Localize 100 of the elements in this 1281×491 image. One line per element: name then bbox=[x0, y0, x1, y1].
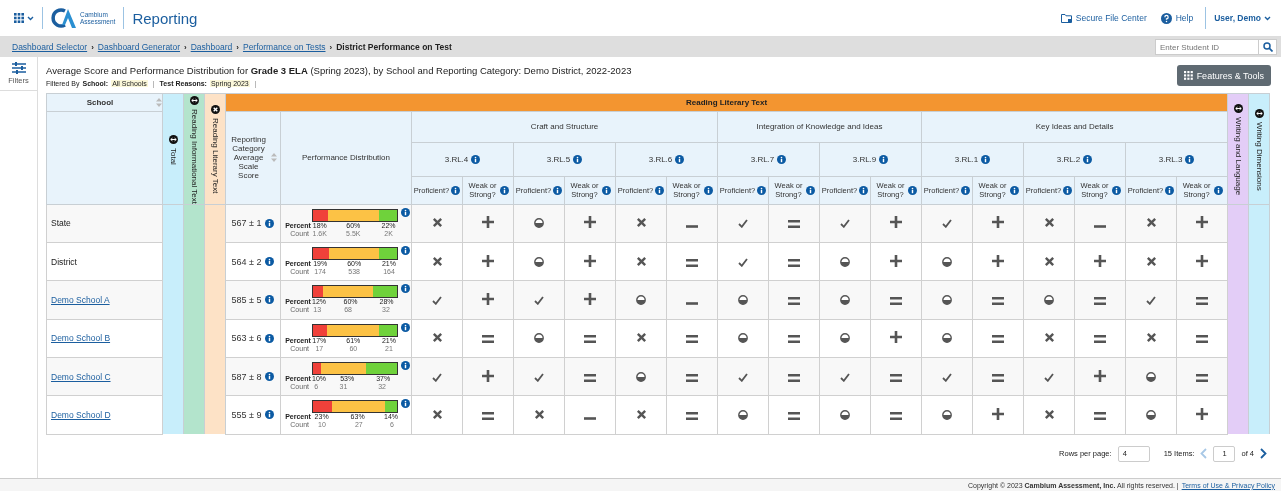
header-link[interactable]: Help bbox=[1160, 12, 1194, 24]
app-menu-button[interactable] bbox=[14, 13, 34, 23]
info-icon[interactable] bbox=[401, 246, 410, 256]
info-icon[interactable] bbox=[1111, 185, 1121, 195]
half-circle-icon bbox=[738, 409, 748, 420]
group-header: Key Ideas and Details bbox=[921, 111, 1228, 143]
equals-icon bbox=[788, 296, 800, 305]
info-icon[interactable] bbox=[1165, 185, 1175, 195]
info-icon[interactable] bbox=[471, 154, 481, 164]
cross-icon bbox=[431, 255, 443, 267]
equals-icon bbox=[788, 220, 800, 229]
check-icon bbox=[840, 219, 850, 229]
score-value: 564 ± 2 bbox=[231, 256, 262, 267]
equals-icon bbox=[482, 411, 494, 420]
info-icon[interactable] bbox=[265, 257, 275, 267]
info-icon[interactable] bbox=[1213, 185, 1223, 195]
breadcrumb-separator: › bbox=[329, 42, 333, 52]
info-icon[interactable] bbox=[1063, 185, 1073, 195]
info-icon[interactable] bbox=[265, 218, 275, 228]
info-icon[interactable] bbox=[703, 185, 713, 195]
info-icon[interactable] bbox=[1083, 154, 1093, 164]
column-header: Performance Distribution bbox=[280, 111, 412, 205]
info-icon[interactable] bbox=[879, 154, 889, 164]
next-page-button[interactable] bbox=[1260, 448, 1267, 460]
equals-icon bbox=[890, 296, 902, 305]
standard-label: 3.RL.5 bbox=[546, 154, 571, 164]
plus-icon bbox=[482, 369, 494, 382]
category-label: Writing Dimensions bbox=[1254, 121, 1264, 191]
breadcrumb-link[interactable]: Performance on Tests bbox=[242, 42, 326, 52]
info-icon[interactable] bbox=[451, 185, 461, 195]
info-icon[interactable] bbox=[265, 410, 275, 420]
minus-icon bbox=[584, 416, 596, 420]
expand-icon[interactable] bbox=[168, 134, 178, 144]
school-link[interactable]: Demo School A bbox=[51, 294, 110, 305]
info-icon[interactable] bbox=[981, 154, 991, 164]
info-icon[interactable] bbox=[265, 372, 275, 382]
school-link[interactable]: Demo School D bbox=[51, 409, 111, 420]
half-circle-icon bbox=[1146, 371, 1156, 382]
info-icon[interactable] bbox=[601, 185, 611, 195]
cross-icon bbox=[1145, 332, 1157, 344]
column-header[interactable]: Reporting Category Average Scale Score bbox=[225, 111, 281, 205]
breadcrumb-link[interactable]: Dashboard bbox=[190, 42, 233, 52]
cross-icon bbox=[1145, 255, 1157, 267]
plus-icon bbox=[584, 254, 596, 267]
half-circle-icon bbox=[840, 256, 850, 267]
info-icon[interactable] bbox=[553, 185, 563, 195]
equals-icon bbox=[890, 411, 902, 420]
header-link[interactable]: Secure File Center bbox=[1060, 13, 1147, 23]
info-icon[interactable] bbox=[401, 322, 410, 332]
equals-icon bbox=[1196, 335, 1209, 344]
info-icon[interactable] bbox=[907, 185, 917, 195]
plus-icon bbox=[1094, 369, 1106, 382]
cross-icon bbox=[1043, 255, 1055, 267]
info-icon[interactable] bbox=[675, 154, 685, 164]
grid-icon bbox=[14, 13, 24, 23]
info-icon[interactable] bbox=[777, 154, 787, 164]
cross-icon bbox=[635, 255, 647, 267]
info-icon[interactable] bbox=[265, 295, 275, 305]
equals-icon bbox=[686, 335, 698, 344]
info-icon[interactable] bbox=[859, 185, 869, 195]
search-icon bbox=[1262, 42, 1273, 52]
student-id-field[interactable]: Enter Student ID bbox=[1155, 39, 1259, 55]
plus-icon bbox=[890, 331, 902, 344]
check-icon bbox=[534, 372, 544, 382]
cross-icon bbox=[431, 332, 443, 344]
school-link[interactable]: Demo School C bbox=[51, 371, 111, 382]
info-icon[interactable] bbox=[1009, 185, 1019, 195]
features-tools-button[interactable]: Features & Tools bbox=[1176, 65, 1271, 86]
cross-icon bbox=[431, 217, 443, 229]
plus-icon bbox=[992, 407, 1004, 420]
expand-icon[interactable] bbox=[1254, 108, 1264, 118]
info-icon[interactable] bbox=[573, 154, 583, 164]
info-icon[interactable] bbox=[401, 207, 410, 217]
score-value: 585 ± 5 bbox=[231, 294, 262, 305]
info-icon[interactable] bbox=[655, 185, 665, 195]
user-menu[interactable]: User, Demo bbox=[1214, 13, 1271, 23]
equals-icon bbox=[1094, 335, 1106, 344]
plus-icon bbox=[482, 254, 494, 267]
plus-icon bbox=[1094, 254, 1106, 267]
info-icon[interactable] bbox=[1185, 154, 1195, 164]
expand-icon[interactable] bbox=[189, 95, 199, 105]
report-title: Average Score and Performance Distribution for Grade 3 ELA (Spring 2023), by School and Reporting Category: Demo District, 2022-2023 bbox=[46, 65, 632, 76]
half-circle-icon bbox=[1146, 409, 1156, 420]
info-icon[interactable] bbox=[401, 361, 410, 371]
search-button[interactable] bbox=[1259, 39, 1277, 55]
info-icon[interactable] bbox=[401, 284, 410, 294]
breadcrumb-link[interactable]: Dashboard Selector bbox=[12, 42, 88, 52]
info-icon[interactable] bbox=[805, 185, 815, 195]
school-link[interactable]: Demo School B bbox=[51, 333, 111, 344]
info-icon[interactable] bbox=[265, 333, 275, 343]
expand-icon[interactable] bbox=[1233, 103, 1243, 113]
breadcrumb-link[interactable]: Dashboard Generator bbox=[97, 42, 181, 52]
collapse-icon[interactable] bbox=[210, 105, 220, 115]
info-icon[interactable] bbox=[401, 399, 410, 409]
standard-label: 3.RL.7 bbox=[750, 154, 775, 164]
info-icon[interactable] bbox=[499, 185, 509, 195]
info-icon[interactable] bbox=[961, 185, 971, 195]
column-header[interactable]: School bbox=[46, 93, 163, 112]
info-icon[interactable] bbox=[757, 185, 767, 195]
standard-label: 3.RL.4 bbox=[444, 154, 469, 164]
